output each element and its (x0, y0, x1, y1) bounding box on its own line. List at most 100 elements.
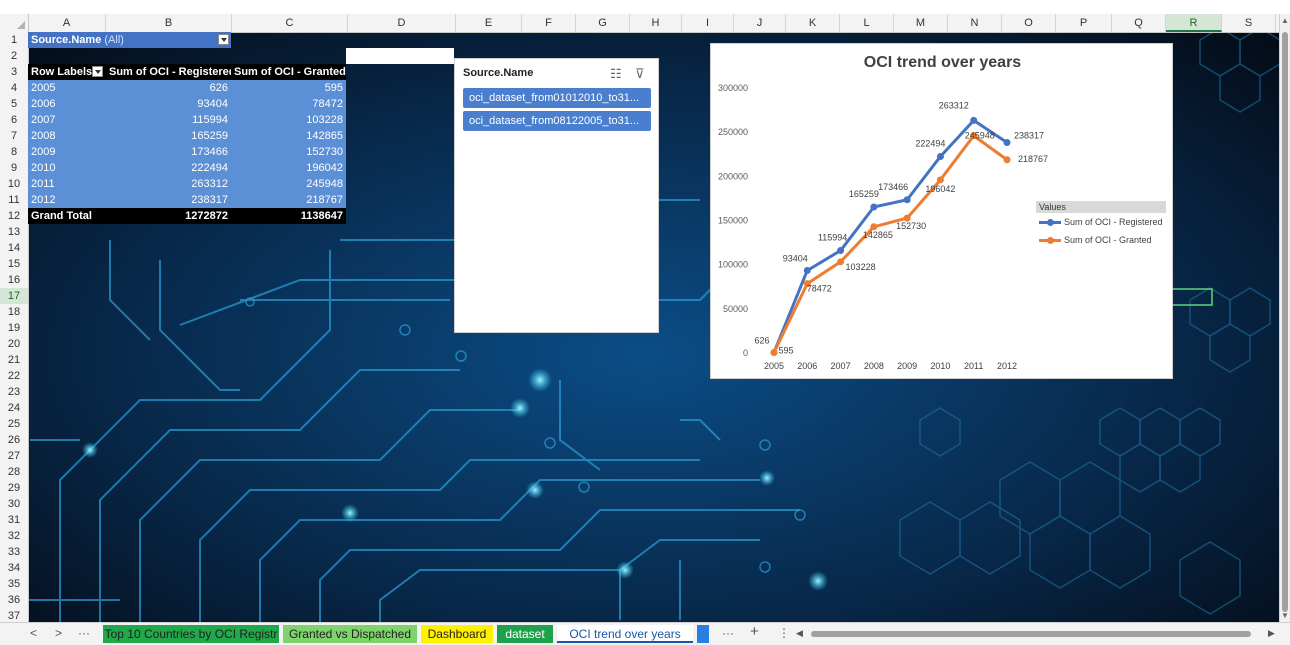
sheet-tab[interactable] (697, 625, 709, 643)
more-sheets-left-icon[interactable]: ··· (78, 626, 90, 640)
row-header-21[interactable]: 21 (0, 352, 28, 368)
column-header-a[interactable]: A (28, 14, 106, 32)
sheet-tab[interactable]: Granted vs Dispatched (283, 625, 417, 643)
row-header-14[interactable]: 14 (0, 240, 28, 256)
options-menu-icon[interactable]: ⋮ (778, 626, 790, 640)
grand-total-registered[interactable]: 1272872 (106, 208, 231, 224)
row-labels-dropdown-button[interactable] (92, 66, 103, 77)
row-header-11[interactable]: 11 (0, 192, 28, 208)
column-header-q[interactable]: Q (1112, 14, 1166, 32)
row-header-7[interactable]: 7 (0, 128, 28, 144)
column-header-j[interactable]: J (734, 14, 786, 32)
source-name-slicer[interactable]: Source.Name ☷ ⊽ oci_dataset_from01012010… (454, 58, 659, 333)
row-header-10[interactable]: 10 (0, 176, 28, 192)
column-header-s[interactable]: S (1222, 14, 1276, 32)
column-header-r[interactable]: R (1166, 14, 1222, 32)
column-header-o[interactable]: O (1002, 14, 1056, 32)
row-header-12[interactable]: 12 (0, 208, 28, 224)
column-header-p[interactable]: P (1056, 14, 1112, 32)
column-header-d[interactable]: D (348, 14, 456, 32)
multi-select-icon[interactable]: ☷ (610, 66, 622, 82)
row-header-28[interactable]: 28 (0, 464, 28, 480)
scroll-down-icon[interactable]: ▼ (1281, 611, 1289, 620)
column-header-k[interactable]: K (786, 14, 840, 32)
pivot-registered-cell[interactable]: 173466 (106, 144, 231, 160)
pivot-registered-cell[interactable]: 263312 (106, 176, 231, 192)
selected-cell-d4[interactable] (346, 48, 454, 64)
row-header-27[interactable]: 27 (0, 448, 28, 464)
pivot-year-cell[interactable]: 2008 (28, 128, 106, 144)
scroll-right-icon[interactable]: ▶ (1268, 628, 1275, 639)
row-header-30[interactable]: 30 (0, 496, 28, 512)
row-header-32[interactable]: 32 (0, 528, 28, 544)
row-header-17[interactable]: 17 (0, 288, 28, 304)
filter-dropdown-button[interactable] (218, 34, 229, 45)
pivot-granted-cell[interactable]: 142865 (231, 128, 346, 144)
column-header-g[interactable]: G (576, 14, 630, 32)
oci-trend-chart[interactable]: OCI trend over years 0 50000 100000 150000 2… (710, 43, 1173, 379)
pivot-granted-cell[interactable]: 152730 (231, 144, 346, 160)
column-header-n[interactable]: N (948, 14, 1002, 32)
column-header-f[interactable]: F (522, 14, 576, 32)
pivot-granted-cell[interactable]: 245948 (231, 176, 346, 192)
more-sheets-right-icon[interactable]: ··· (722, 626, 734, 640)
pivot-year-cell[interactable]: 2009 (28, 144, 106, 160)
pivot-filter-cell[interactable]: Source.Name (All) (28, 32, 231, 48)
column-header-e[interactable]: E (456, 14, 522, 32)
row-header-16[interactable]: 16 (0, 272, 28, 288)
slicer-item[interactable]: oci_dataset_from08122005_to31... (463, 111, 651, 131)
add-sheet-button[interactable]: + (750, 623, 759, 640)
row-header-20[interactable]: 20 (0, 336, 28, 352)
row-header-22[interactable]: 22 (0, 368, 28, 384)
pivot-registered-cell[interactable]: 626 (106, 80, 231, 96)
row-header-33[interactable]: 33 (0, 544, 28, 560)
pivot-registered-cell[interactable]: 238317 (106, 192, 231, 208)
slicer-item[interactable]: oci_dataset_from01012010_to31... (463, 88, 651, 108)
scroll-left-icon[interactable]: ◀ (796, 628, 803, 639)
horizontal-scrollbar[interactable] (805, 630, 1251, 638)
row-header-5[interactable]: 5 (0, 96, 28, 112)
row-header-18[interactable]: 18 (0, 304, 28, 320)
pivot-registered-cell[interactable]: 115994 (106, 112, 231, 128)
row-header-29[interactable]: 29 (0, 480, 28, 496)
pivot-year-cell[interactable]: 2007 (28, 112, 106, 128)
prev-sheet-icon[interactable]: < (30, 626, 37, 640)
registered-header[interactable]: Sum of OCI - Registered (106, 64, 231, 80)
column-header-l[interactable]: L (840, 14, 894, 32)
horizontal-scroll-thumb[interactable] (811, 631, 1251, 637)
pivot-granted-cell[interactable]: 218767 (231, 192, 346, 208)
sheet-tab[interactable]: Dashboard (421, 625, 493, 643)
select-all-corner[interactable] (0, 14, 29, 32)
row-header-19[interactable]: 19 (0, 320, 28, 336)
row-header-3[interactable]: 3 (0, 64, 28, 80)
next-sheet-icon[interactable]: > (55, 626, 62, 640)
pivot-year-cell[interactable]: 2011 (28, 176, 106, 192)
vertical-scrollbar[interactable]: ▲ ▼ (1279, 14, 1290, 622)
row-header-4[interactable]: 4 (0, 80, 28, 96)
row-header-31[interactable]: 31 (0, 512, 28, 528)
row-header-15[interactable]: 15 (0, 256, 28, 272)
row-header-25[interactable]: 25 (0, 416, 28, 432)
row-header-23[interactable]: 23 (0, 384, 28, 400)
row-header-35[interactable]: 35 (0, 576, 28, 592)
pivot-registered-cell[interactable]: 165259 (106, 128, 231, 144)
pivot-year-cell[interactable]: 2010 (28, 160, 106, 176)
row-header-2[interactable]: 2 (0, 48, 28, 64)
sheet-tab[interactable]: OCI trend over years (557, 625, 693, 643)
pivot-granted-cell[interactable]: 595 (231, 80, 346, 96)
clear-filter-icon[interactable]: ⊽ (635, 66, 645, 82)
row-header-36[interactable]: 36 (0, 592, 28, 608)
row-header-8[interactable]: 8 (0, 144, 28, 160)
column-header-c[interactable]: C (232, 14, 348, 32)
pivot-year-cell[interactable]: 2012 (28, 192, 106, 208)
row-header-26[interactable]: 26 (0, 432, 28, 448)
pivot-registered-cell[interactable]: 93404 (106, 96, 231, 112)
pivot-year-cell[interactable]: 2005 (28, 80, 106, 96)
grand-total-label[interactable]: Grand Total (28, 208, 106, 224)
column-header-i[interactable]: I (682, 14, 734, 32)
row-header-9[interactable]: 9 (0, 160, 28, 176)
pivot-granted-cell[interactable]: 103228 (231, 112, 346, 128)
column-header-m[interactable]: M (894, 14, 948, 32)
vertical-scroll-thumb[interactable] (1282, 32, 1288, 612)
sheet-tab[interactable]: Top 10 Countries by OCI Registr (103, 625, 279, 643)
